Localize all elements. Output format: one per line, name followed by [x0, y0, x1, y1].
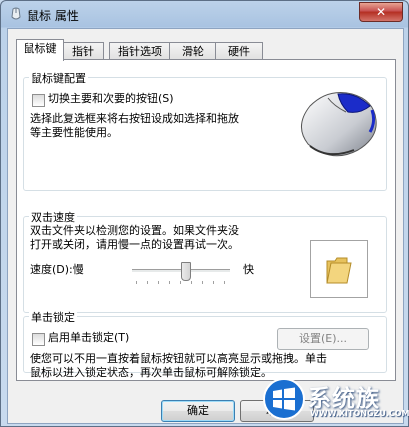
- tab-buttons[interactable]: 鼠标键: [16, 39, 64, 61]
- title-bar[interactable]: 鼠标 属性 ✕: [1, 1, 408, 28]
- double-click-test-area[interactable]: [310, 240, 368, 298]
- mouse-illustration-icon: [301, 92, 377, 157]
- group-title: 双击速度: [29, 209, 77, 225]
- close-button[interactable]: ✕: [359, 2, 403, 22]
- double-click-description: 打开或关闭，请用慢一点的设置再试一次。: [30, 238, 239, 251]
- slider-tick: [191, 281, 192, 284]
- switch-description: 选择此复选框来将右按钮设成如选择和拖放: [30, 112, 239, 125]
- tab-hardware[interactable]: 硬件: [215, 42, 263, 60]
- tab-label: 鼠标键: [23, 42, 57, 55]
- tab-label: 滑轮: [182, 45, 204, 58]
- click-lock-checkbox[interactable]: [32, 333, 45, 346]
- tab-label: 指针选项: [118, 45, 162, 58]
- switch-description: 等主要性能使用。: [30, 126, 118, 139]
- slider-tick: [147, 281, 148, 284]
- switch-buttons-label[interactable]: 切换主要和次要的按钮(S): [48, 92, 174, 106]
- tab-pointer-options[interactable]: 指针选项: [109, 42, 171, 60]
- speed-slow-label: 速度(D):慢: [30, 263, 84, 276]
- double-click-description: 双击文件夹以检测您的设置。如果文件夹没: [30, 224, 239, 237]
- tab-wheel[interactable]: 滑轮: [169, 42, 217, 60]
- speed-fast-label: 快: [243, 263, 254, 276]
- watermark-url: WWW.XITONGZU.COM: [310, 409, 409, 418]
- tab-label: 硬件: [228, 45, 250, 58]
- window-title: 鼠标 属性: [27, 9, 79, 23]
- mouse-properties-window: 鼠标 属性 ✕ 鼠标键 指针 指针选项 滑轮 硬件 鼠标键配置 切换主要和次要的…: [0, 0, 409, 427]
- slider-tick: [136, 281, 137, 284]
- dialog-client-area: 鼠标键 指针 指针选项 滑轮 硬件 鼠标键配置 切换主要和次要的按钮(S) 选择…: [7, 28, 404, 424]
- click-lock-description: 使您可以不用一直按着鼠标按钮就可以高亮显示或拖拽。单击: [30, 352, 327, 365]
- click-lock-label[interactable]: 启用单击锁定(T): [48, 331, 129, 345]
- watermark-brand: 系统族: [308, 386, 380, 412]
- watermark: 系统族 WWW.XITONGZU.COM: [258, 371, 409, 427]
- click-lock-settings-button[interactable]: 设置(E)...: [277, 328, 369, 350]
- switch-buttons-checkbox[interactable]: [32, 94, 45, 107]
- tab-label: 指针: [72, 45, 94, 58]
- tab-pointers[interactable]: 指针: [62, 42, 104, 60]
- click-lock-group: 单击锁定 启用单击锁定(T) 设置(E)... 使您可以不用一直按着鼠标按钮就可…: [23, 309, 387, 379]
- group-title: 单击锁定: [29, 309, 77, 325]
- group-title: 鼠标键配置: [29, 70, 88, 86]
- double-click-group: 双击速度 双击文件夹以检测您的设置。如果文件夹没 打开或关闭，请用慢一点的设置再…: [23, 209, 387, 313]
- slider-tick: [213, 281, 214, 284]
- windows-logo-icon: [263, 378, 305, 420]
- slider-tick: [158, 281, 159, 284]
- folder-icon[interactable]: [325, 255, 353, 285]
- mouse-icon: [11, 7, 21, 20]
- tab-panel: 鼠标键配置 切换主要和次要的按钮(S) 选择此复选框来将右按钮设成如选择和拖放 …: [16, 59, 396, 381]
- click-lock-description: 鼠标以进入锁定状态，再次单击鼠标可解除锁定。: [30, 366, 272, 379]
- slider-tick: [180, 281, 181, 284]
- slider-tick: [202, 281, 203, 284]
- ok-button[interactable]: 确定: [161, 400, 235, 422]
- slider-tick: [224, 281, 225, 284]
- button-config-group: 鼠标键配置 切换主要和次要的按钮(S) 选择此复选框来将右按钮设成如选择和拖放 …: [23, 70, 387, 191]
- speed-slider-thumb[interactable]: [180, 262, 191, 281]
- close-icon: ✕: [375, 5, 387, 19]
- slider-tick: [169, 281, 170, 284]
